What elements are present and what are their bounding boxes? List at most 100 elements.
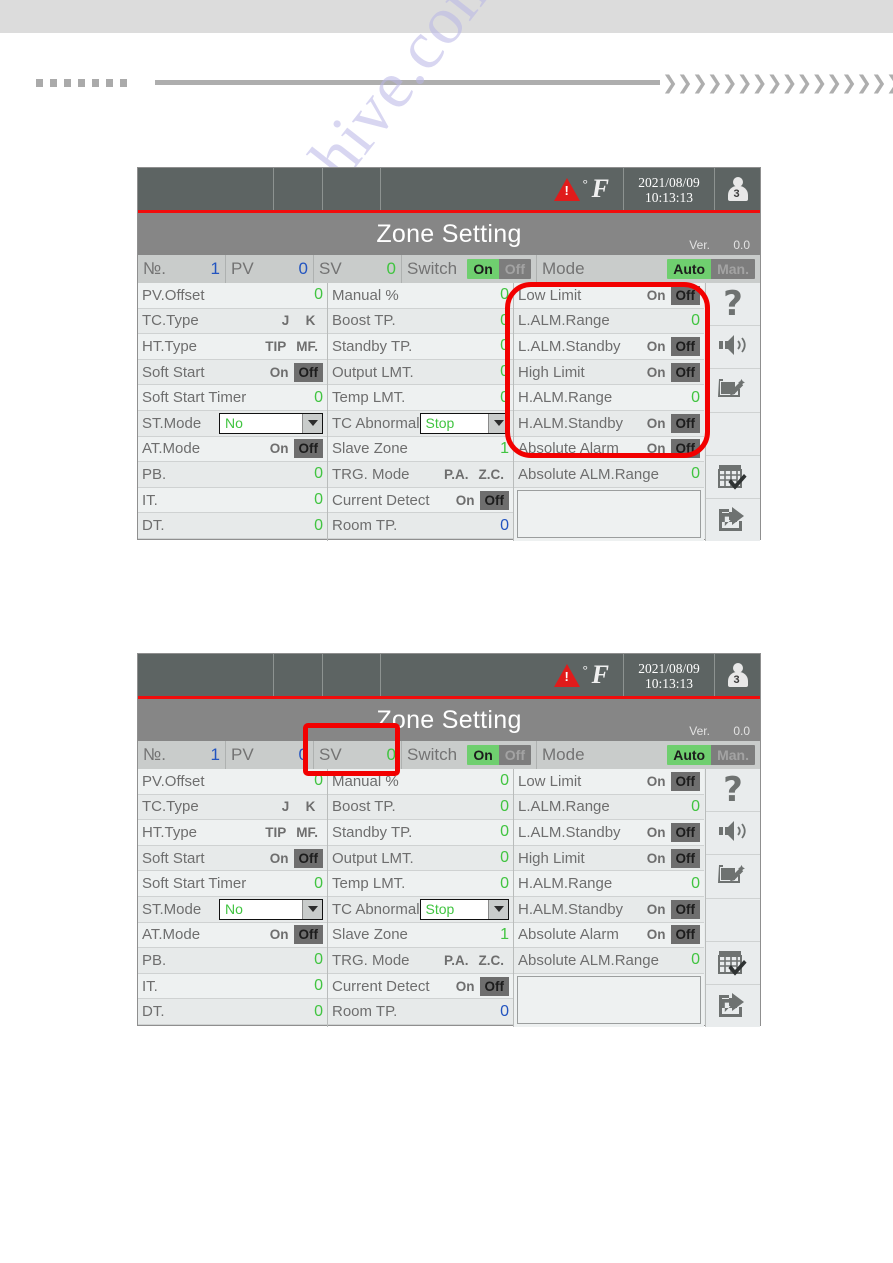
settings-row[interactable]: Room TP. 0	[328, 513, 513, 539]
toggle-option-1[interactable]: J	[273, 797, 298, 816]
settings-row[interactable]: PB. 0	[138, 462, 327, 488]
sidebar-button-speaker-volume[interactable]	[706, 812, 760, 856]
toggle-option-1[interactable]: On	[265, 363, 294, 382]
settings-row-toggle[interactable]: TIP MF.	[260, 337, 323, 356]
settings-row[interactable]: Boost TP. 0	[328, 794, 513, 821]
settings-row[interactable]: L.ALM.Range 0	[514, 794, 704, 821]
settings-row[interactable]: Temp LMT. 0	[328, 871, 513, 897]
settings-row[interactable]: High Limit On Off	[514, 845, 704, 872]
settings-row-value[interactable]: 0	[500, 875, 509, 893]
chevron-down-icon[interactable]	[302, 413, 322, 433]
settings-row[interactable]: L.ALM.Standby On Off	[514, 820, 704, 846]
toggle-option-1[interactable]: J	[273, 311, 298, 330]
sidebar-button-table-check[interactable]	[706, 456, 760, 499]
settings-row-value[interactable]: 0	[500, 337, 509, 355]
settings-row-value[interactable]: 0	[691, 798, 700, 816]
toggle-option-1[interactable]: On	[451, 491, 480, 510]
sidebar-button-edit-note[interactable]	[706, 855, 760, 899]
toggle-option-2[interactable]: Off	[670, 439, 700, 459]
mode-auto-option[interactable]: Auto	[667, 745, 712, 765]
summary-mode[interactable]: Mode Auto Man.	[537, 255, 760, 283]
toggle-option-1[interactable]: On	[642, 414, 671, 433]
chevron-down-icon[interactable]	[488, 899, 508, 919]
mode-manual-option[interactable]: Man.	[711, 745, 755, 765]
summary-sv[interactable]: SV 0	[314, 741, 402, 769]
settings-row-value[interactable]: 0	[500, 772, 509, 790]
settings-row[interactable]: Soft Start On Off	[138, 359, 327, 386]
sidebar-button-edit-note[interactable]	[706, 369, 760, 413]
settings-row-value[interactable]: 0	[500, 389, 509, 407]
settings-row-toggle[interactable]: P.A. Z.C.	[439, 951, 509, 970]
toggle-option-2[interactable]: Off	[479, 976, 509, 996]
settings-row-value[interactable]: 0	[314, 389, 323, 407]
settings-row-value[interactable]: 0	[314, 1003, 323, 1021]
toggle-option-1[interactable]: On	[642, 823, 671, 842]
settings-row-value[interactable]: 0	[314, 517, 323, 535]
settings-row[interactable]: TC Abnormal Stop	[328, 896, 513, 923]
settings-row-toggle[interactable]: On Off	[642, 336, 700, 356]
settings-row[interactable]: H.ALM.Standby On Off	[514, 410, 704, 437]
settings-row-toggle[interactable]: On Off	[451, 490, 509, 510]
toggle-option-2[interactable]: Off	[670, 822, 700, 842]
settings-row-value[interactable]: 0	[500, 849, 509, 867]
switch-toggle[interactable]: On Off	[467, 259, 531, 279]
toggle-option-1[interactable]: On	[265, 849, 294, 868]
settings-row[interactable]: AT.Mode On Off	[138, 436, 327, 463]
settings-row[interactable]: Room TP. 0	[328, 999, 513, 1025]
settings-row[interactable]: Absolute Alarm On Off	[514, 922, 704, 949]
mode-auto-option[interactable]: Auto	[667, 259, 712, 279]
mode-manual-option[interactable]: Man.	[711, 259, 755, 279]
switch-off-option[interactable]: Off	[498, 259, 531, 279]
settings-row[interactable]: IT. 0	[138, 487, 327, 514]
toggle-option-1[interactable]: TIP	[260, 337, 291, 356]
settings-row[interactable]: High Limit On Off	[514, 359, 704, 386]
settings-row[interactable]: Standby TP. 0	[328, 334, 513, 360]
toggle-option-1[interactable]: P.A.	[439, 951, 474, 970]
settings-row[interactable]: H.ALM.Range 0	[514, 385, 704, 411]
settings-row[interactable]: Soft Start Timer 0	[138, 385, 327, 411]
toggle-option-2[interactable]: Off	[670, 925, 700, 945]
settings-row[interactable]: Soft Start On Off	[138, 845, 327, 872]
settings-row-toggle[interactable]: JK	[273, 797, 323, 816]
settings-row-toggle[interactable]: On Off	[642, 771, 700, 791]
toggle-option-1[interactable]: On	[642, 900, 671, 919]
toggle-option-2[interactable]: Off	[670, 285, 700, 305]
sidebar-button-share-export[interactable]	[706, 499, 760, 541]
toggle-option-1[interactable]: On	[642, 772, 671, 791]
settings-row[interactable]: Absolute ALM.Range 0	[514, 462, 704, 488]
toggle-option-1[interactable]: On	[642, 439, 671, 458]
summary-zone-number[interactable]: №. 1	[138, 741, 226, 769]
toggle-option-2[interactable]: Off	[293, 362, 323, 382]
toggle-option-2[interactable]: Off	[479, 490, 509, 510]
settings-row-toggle[interactable]: On Off	[642, 362, 700, 382]
settings-row[interactable]: L.ALM.Standby On Off	[514, 334, 704, 360]
settings-row-value[interactable]: 0	[691, 389, 700, 407]
toggle-option-2[interactable]: MF.	[291, 337, 323, 356]
toggle-option-2[interactable]: Off	[293, 925, 323, 945]
toggle-option-1[interactable]: On	[265, 439, 294, 458]
toggle-option-2[interactable]: Z.C.	[474, 951, 510, 970]
toggle-option-2[interactable]: K	[298, 311, 323, 330]
settings-row[interactable]: Output LMT. 0	[328, 359, 513, 386]
toggle-option-2[interactable]: Off	[670, 848, 700, 868]
settings-row-value[interactable]: 0	[691, 875, 700, 893]
settings-row[interactable]: Soft Start Timer 0	[138, 871, 327, 897]
settings-row[interactable]: Standby TP. 0	[328, 820, 513, 846]
summary-switch[interactable]: Switch On Off	[402, 741, 537, 769]
settings-row[interactable]: Low Limit On Off	[514, 283, 704, 309]
settings-row-toggle[interactable]: On Off	[642, 413, 700, 433]
settings-row[interactable]: Temp LMT. 0	[328, 385, 513, 411]
settings-row-value[interactable]: 0	[314, 875, 323, 893]
summary-mode[interactable]: Mode Auto Man.	[537, 741, 760, 769]
settings-row[interactable]: L.ALM.Range 0	[514, 308, 704, 335]
settings-row[interactable]: Manual % 0	[328, 283, 513, 309]
settings-row-value[interactable]: 0	[500, 798, 509, 816]
settings-row-value[interactable]: 1	[500, 926, 509, 944]
toggle-option-1[interactable]: On	[642, 286, 671, 305]
settings-row-value[interactable]: 0	[691, 312, 700, 330]
settings-row[interactable]: TRG. Mode P.A. Z.C.	[328, 462, 513, 488]
summary-pv[interactable]: PV 0	[226, 741, 314, 769]
settings-row-dropdown[interactable]: Stop	[419, 898, 509, 920]
toggle-option-1[interactable]: On	[642, 363, 671, 382]
settings-row[interactable]: IT. 0	[138, 973, 327, 1000]
